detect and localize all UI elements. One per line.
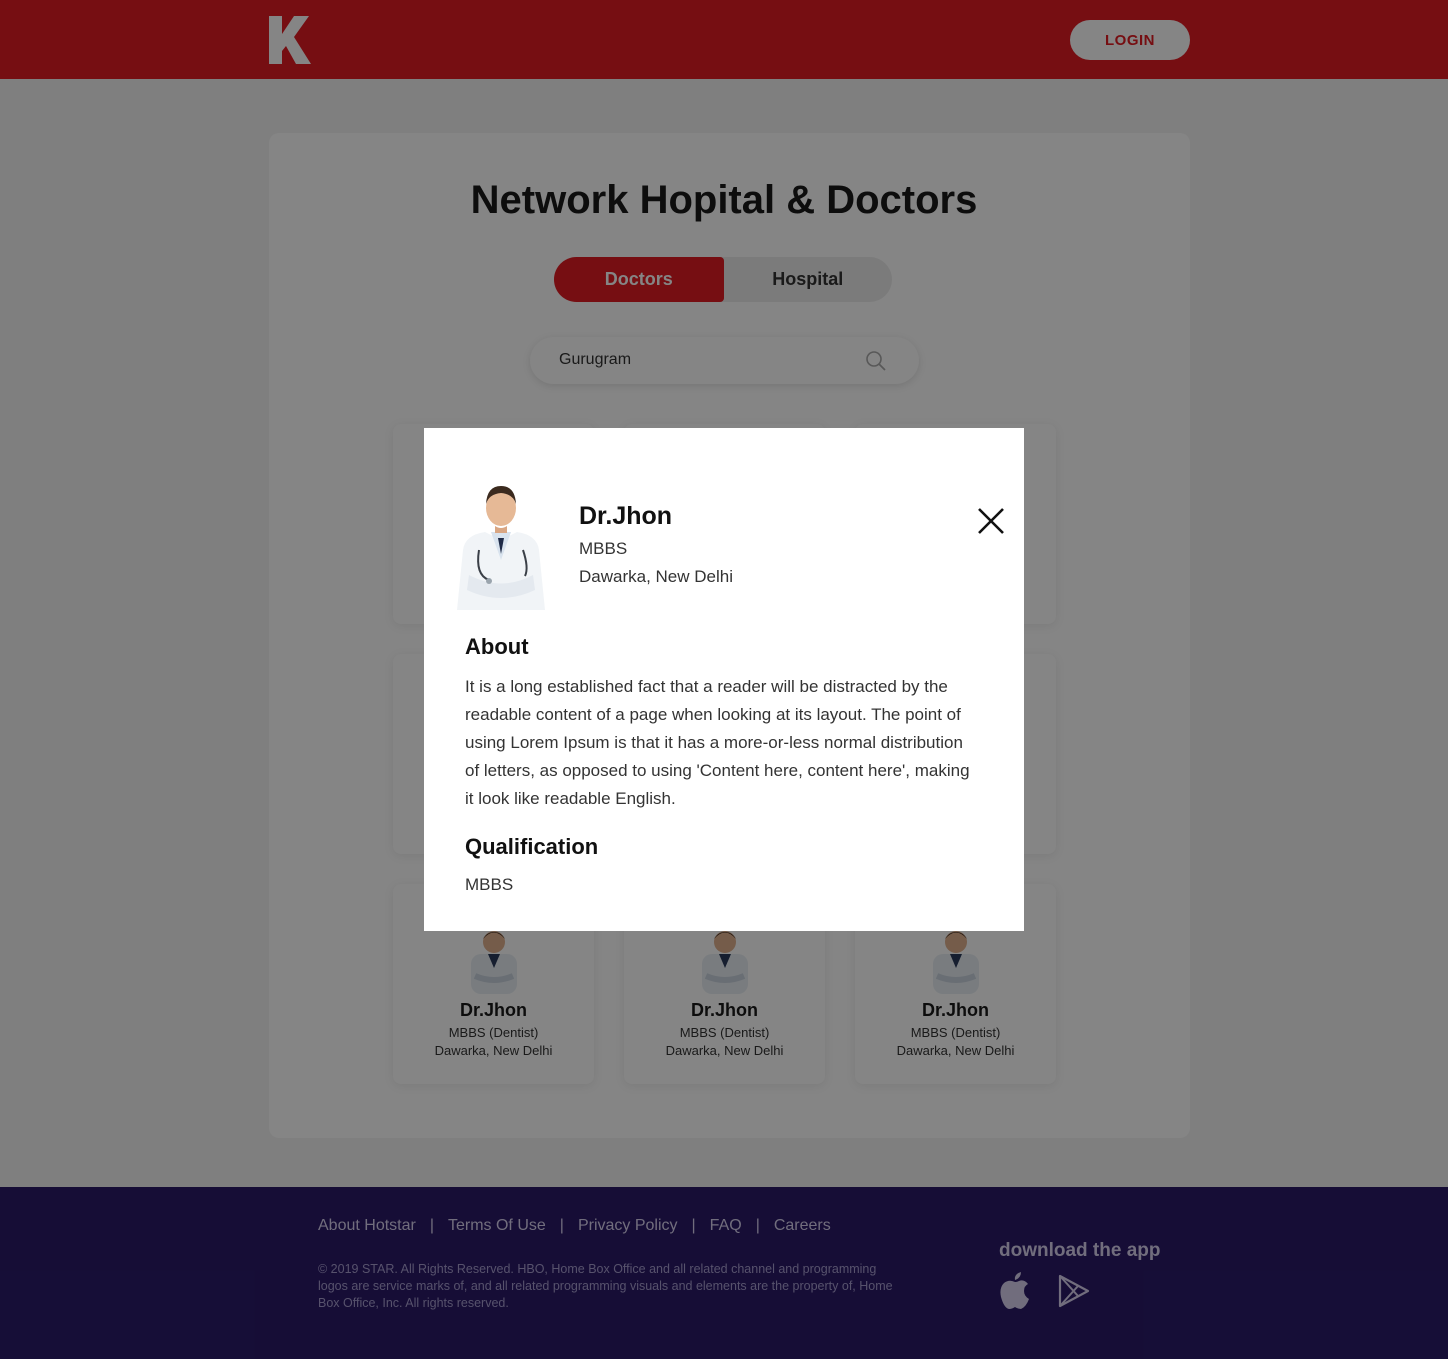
close-icon[interactable]	[976, 506, 1006, 536]
doctor-photo	[457, 486, 545, 610]
qualification-heading: Qualification	[465, 834, 599, 859]
doctor-detail-modal: Dr.Jhon MBBS Dawarka, New Delhi About It…	[424, 428, 1024, 931]
modal-doctor-name: Dr.Jhon	[579, 502, 673, 530]
about-text: It is a long established fact that a rea…	[465, 677, 970, 808]
qualification-text: MBBS	[465, 875, 514, 894]
about-heading: About	[465, 634, 529, 659]
modal-doctor-location: Dawarka, New Delhi	[579, 567, 733, 586]
modal-doctor-degree: MBBS	[579, 539, 628, 558]
